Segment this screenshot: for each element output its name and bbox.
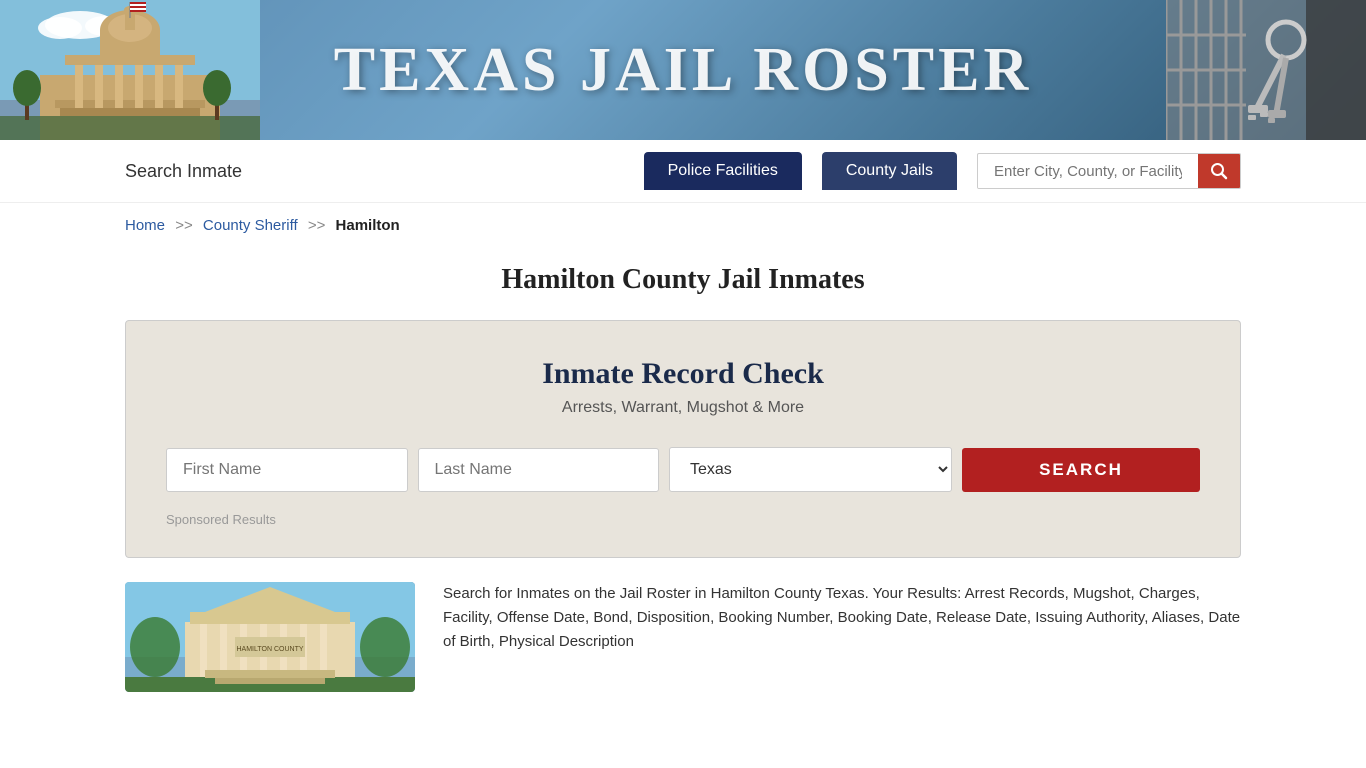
record-check-box: Inmate Record Check Arrests, Warrant, Mu… bbox=[125, 320, 1241, 558]
first-name-input[interactable] bbox=[166, 448, 408, 492]
bottom-description: Search for Inmates on the Jail Roster in… bbox=[443, 582, 1241, 692]
bottom-section: HAMILTON COUNTY Search for Inmates on th… bbox=[0, 582, 1366, 692]
building-svg: HAMILTON COUNTY bbox=[125, 582, 415, 692]
record-search-button[interactable]: SEARCH bbox=[962, 448, 1200, 492]
keys-image bbox=[1166, 0, 1366, 140]
breadcrumb-county-sheriff[interactable]: County Sheriff bbox=[203, 217, 298, 234]
record-search-row: Texas Alabama Alaska Arizona Arkansas Ca… bbox=[166, 447, 1200, 492]
county-jails-button[interactable]: County Jails bbox=[822, 152, 957, 190]
search-inmate-label: Search Inmate bbox=[125, 161, 242, 182]
capitol-image bbox=[0, 0, 260, 140]
police-facilities-button[interactable]: Police Facilities bbox=[644, 152, 802, 190]
state-select[interactable]: Texas Alabama Alaska Arizona Arkansas Ca… bbox=[669, 447, 952, 492]
record-check-subtitle: Arrests, Warrant, Mugshot & More bbox=[166, 399, 1200, 417]
navbar: Search Inmate Police Facilities County J… bbox=[0, 140, 1366, 203]
last-name-input[interactable] bbox=[418, 448, 660, 492]
breadcrumb: Home >> County Sheriff >> Hamilton bbox=[0, 203, 1366, 248]
hamilton-county-image: HAMILTON COUNTY bbox=[125, 582, 415, 692]
svg-text:HAMILTON COUNTY: HAMILTON COUNTY bbox=[236, 646, 303, 653]
page-title-container: Hamilton County Jail Inmates bbox=[0, 248, 1366, 320]
sponsored-results-label: Sponsored Results bbox=[166, 512, 1200, 527]
breadcrumb-home[interactable]: Home bbox=[125, 217, 165, 234]
banner-title: Texas Jail Roster bbox=[334, 35, 1033, 106]
breadcrumb-separator-2: >> bbox=[308, 217, 326, 234]
header-banner: Texas Jail Roster bbox=[0, 0, 1366, 140]
search-icon bbox=[1210, 162, 1228, 180]
record-check-title: Inmate Record Check bbox=[166, 357, 1200, 391]
breadcrumb-current: Hamilton bbox=[336, 217, 400, 234]
facility-search-input[interactable] bbox=[978, 155, 1198, 188]
facility-search-container bbox=[977, 153, 1241, 189]
page-title: Hamilton County Jail Inmates bbox=[0, 264, 1366, 296]
facility-search-button[interactable] bbox=[1198, 154, 1240, 188]
breadcrumb-separator-1: >> bbox=[175, 217, 193, 234]
